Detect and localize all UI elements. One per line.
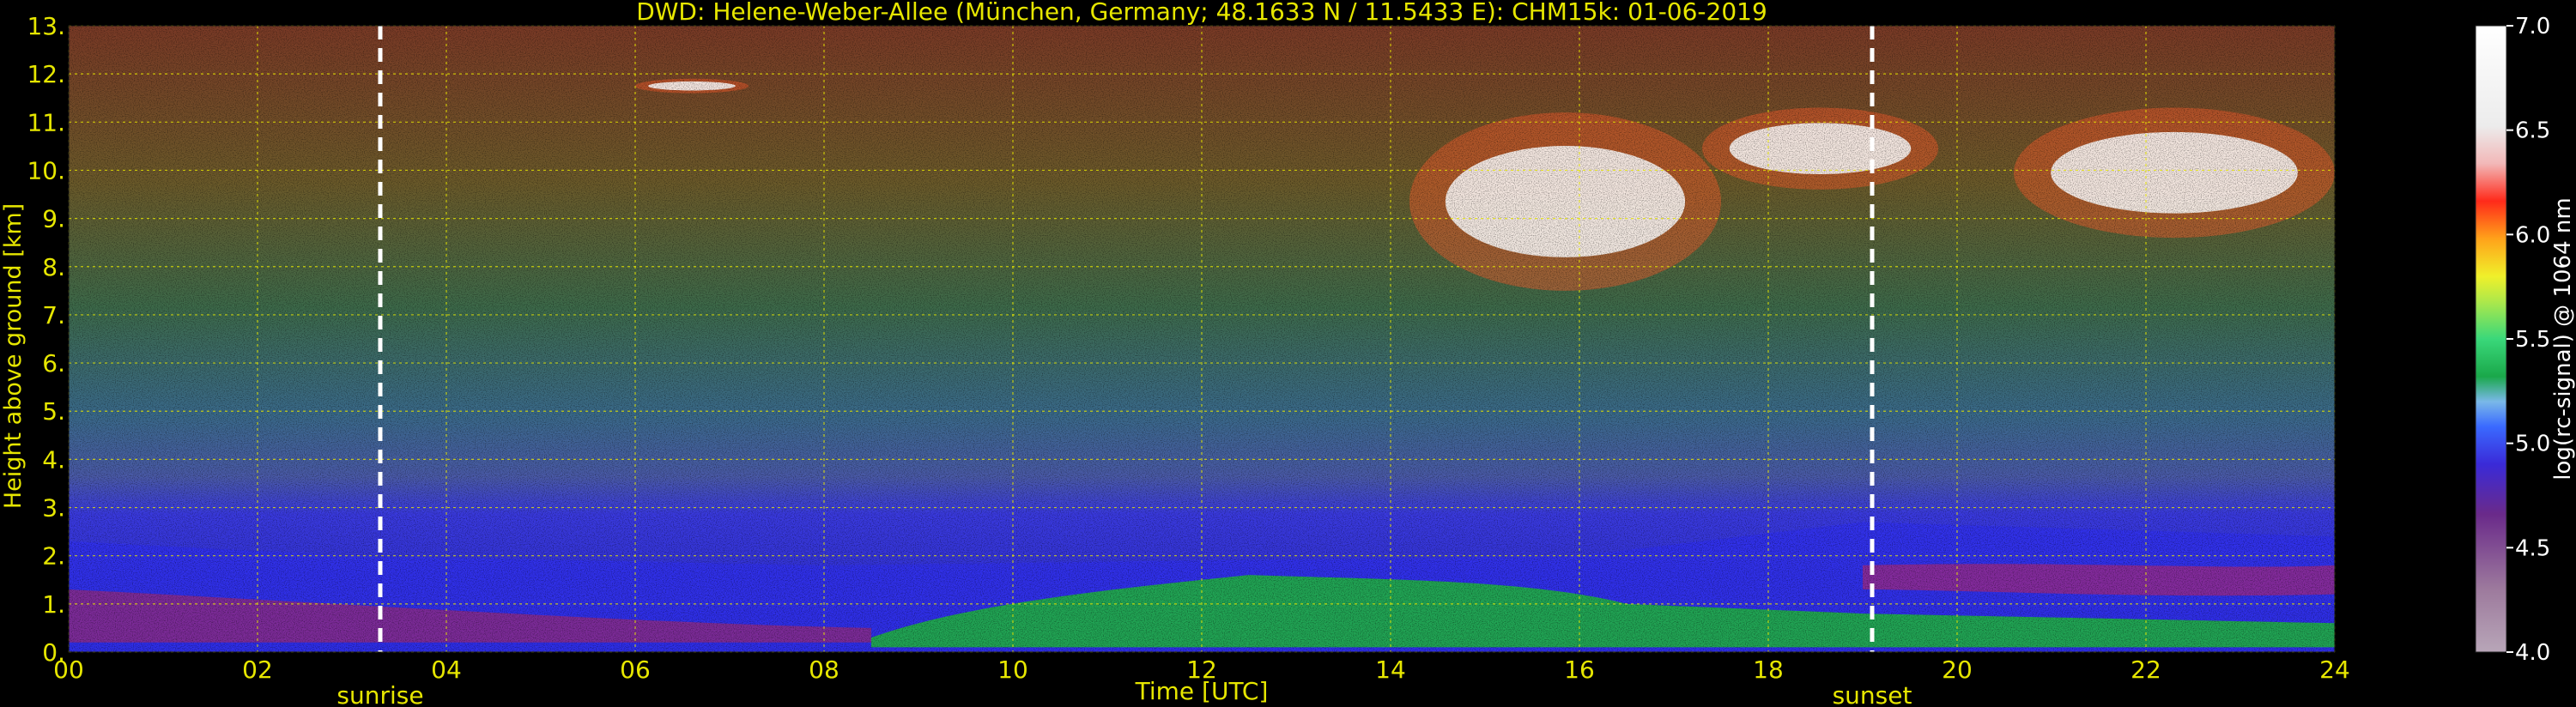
- y-tick-label: 7.: [42, 301, 65, 329]
- sun-event-labels: sunrise sunset: [336, 681, 1912, 707]
- x-tick-label: 08: [809, 656, 839, 684]
- colorbar-tick-label: 4.0: [2515, 640, 2550, 666]
- colorbar-tick-label: 4.5: [2515, 535, 2550, 561]
- colorbar-tick-label: 6.5: [2515, 118, 2550, 144]
- y-axis-ticks: 0. 1. 2. 3. 4. 5. 6. 7. 8. 9. 10. 11. 12. 13.: [27, 12, 65, 667]
- y-tick-label: 11.: [27, 108, 65, 136]
- x-tick-label: 10: [997, 656, 1028, 684]
- y-tick-label: 10.: [27, 156, 65, 184]
- x-tick-label: 24: [2319, 656, 2350, 684]
- colorbar-ticks: 4.0 4.5 5.0 5.5 6.0 6.5 7.0: [2506, 14, 2550, 666]
- x-tick-label: 06: [620, 656, 651, 684]
- plot-area: [68, 25, 2336, 653]
- colorbar-tick-label: 5.5: [2515, 327, 2550, 353]
- x-tick-label: 14: [1375, 656, 1406, 684]
- x-tick-label: 20: [1942, 656, 1973, 684]
- y-tick-label: 3.: [42, 494, 65, 523]
- x-tick-label: 02: [242, 656, 273, 684]
- y-axis-label: Height above ground [km]: [0, 203, 27, 509]
- y-tick-label: 4.: [42, 445, 65, 474]
- x-axis-label: Time [UTC]: [1135, 677, 1269, 705]
- y-tick-label: 9.: [42, 205, 65, 233]
- y-tick-label: 12.: [27, 60, 65, 88]
- x-tick-label: 04: [431, 656, 462, 684]
- chart-title: DWD: Helene-Weber-Allee (München, German…: [636, 0, 1767, 26]
- x-tick-label: 16: [1564, 656, 1595, 684]
- y-tick-label: 2.: [42, 542, 65, 571]
- sunrise-label: sunrise: [336, 681, 423, 707]
- colorbar-tick-label: 5.0: [2515, 432, 2550, 457]
- colorbar: 4.0 4.5 5.0 5.5 6.0 6.5 7.0 log(rc-signal) @ 1…: [2475, 14, 2576, 666]
- y-tick-label: 13.: [27, 12, 65, 40]
- y-tick-label: 0.: [42, 638, 65, 667]
- ceilometer-chart: 00 02 04 06 08 10 12 14 16 18 20 22 24 0.1.2.3.4.5.6…: [0, 0, 2576, 707]
- y-tick-label: 8.: [42, 253, 65, 281]
- colorbar-label: log(rc-signal) @ 1064 nm: [2550, 197, 2576, 480]
- colorbar-tick-label: 7.0: [2515, 14, 2550, 39]
- y-tick-label: 1.: [42, 590, 65, 619]
- y-tick-label: 6.: [42, 349, 65, 378]
- colorbar-gradient: [2475, 25, 2507, 653]
- x-tick-label: 22: [2131, 656, 2161, 684]
- colorbar-tick-label: 6.0: [2515, 222, 2550, 248]
- y-tick-label: 5.: [42, 397, 65, 426]
- x-tick-label: 18: [1753, 656, 1784, 684]
- sunset-label: sunset: [1833, 681, 1912, 707]
